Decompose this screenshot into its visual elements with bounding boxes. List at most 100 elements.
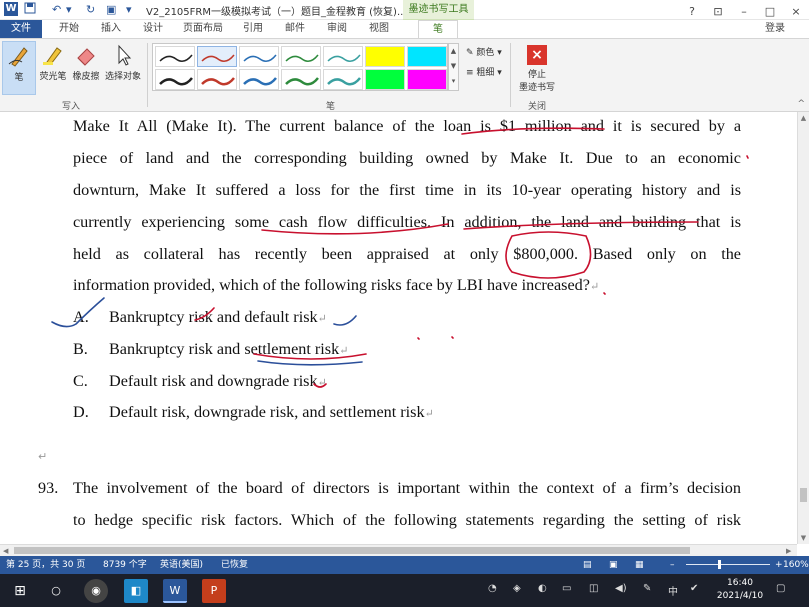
vertical-scrollbar[interactable]: ▲ ▼ [797,112,809,544]
stop-inking-button[interactable]: × 停止 墨迹书写 [514,41,560,95]
tray-app-icon[interactable]: ◔ [488,583,497,594]
ink-dot [603,292,606,295]
pen-swatch[interactable] [155,46,195,67]
powerpoint-taskbar-icon[interactable]: P [202,579,226,603]
tab-file[interactable]: 文件 [0,20,42,38]
cursor-arrow-icon [118,44,132,66]
pen-swatch[interactable] [239,69,279,90]
app-icon[interactable]: ◧ [124,579,148,603]
select-objects-label: 选择对象 [104,72,141,82]
highlighter-icon [43,47,62,65]
option-letter: A. [73,308,89,326]
pen-tray-icon[interactable]: ✎ [643,583,651,594]
tab-design[interactable]: 设计 [136,20,170,38]
zoom-level[interactable]: 160% [783,556,809,574]
weight-icon: ≡ [466,68,474,78]
eraser-button[interactable]: 橡皮擦 [70,41,102,95]
word-taskbar-icon[interactable]: W [163,579,187,603]
tab-insert[interactable]: 插入 [94,20,128,38]
highlighter-swatch[interactable] [365,69,405,90]
tab-pen[interactable]: 笔 [418,20,458,38]
ink-tick-default [333,315,357,326]
undo-icon[interactable]: ↶ [52,2,61,17]
tray-app-icon[interactable]: ◐ [538,583,547,594]
zoom-slider[interactable] [686,564,770,565]
print-layout-icon[interactable]: ▣ [609,556,618,574]
media-app-icon[interactable]: ◉ [84,579,108,603]
quick-access-icon[interactable]: ▣ [106,2,116,17]
paragraph-mark: ↵ [339,345,349,357]
clock-date: 2021/4/10 [716,591,764,601]
battery-icon[interactable]: ▭ [562,583,571,594]
horizontal-scroll-thumb[interactable] [14,547,690,554]
tab-references[interactable]: 引用 [236,20,270,38]
option-b: B. Bankruptcy risk and settlement risk↵ [73,340,348,359]
tray-check-icon[interactable]: ✔ [690,583,698,594]
select-objects-button[interactable]: 选择对象 [103,41,143,95]
restore-button[interactable]: □ [757,2,783,22]
ribbon-display-icon[interactable]: ⊡ [705,2,731,22]
tab-view[interactable]: 视图 [362,20,396,38]
group-divider [510,43,511,107]
scroll-up-icon[interactable]: ▲ [798,112,809,124]
pen-swatch[interactable] [281,69,321,90]
volume-icon[interactable]: ◀) [615,583,627,594]
zoom-out-button[interactable]: – [670,556,675,574]
tab-home[interactable]: 开始 [52,20,86,38]
tab-page-layout[interactable]: 页面布局 [178,20,228,38]
pen-swatch[interactable] [281,46,321,67]
redo-icon[interactable]: ↻ [86,2,95,17]
pen-swatch[interactable] [323,46,363,67]
pen-swatch[interactable] [323,69,363,90]
network-icon[interactable]: ◫ [589,583,598,594]
windows-start-icon[interactable]: ⊞ [8,579,32,603]
paragraph-mark: ↵ [317,313,327,325]
save-icon[interactable] [24,2,36,17]
highlighter-swatch[interactable] [407,46,447,67]
vertical-scroll-thumb[interactable] [800,488,807,502]
gallery-scroll[interactable]: ▲ ▼ ▾ [448,43,459,91]
tray-app-icon[interactable]: ◈ [513,583,521,594]
pen-swatch[interactable] [239,46,279,67]
login-link[interactable]: 登录 [765,20,785,38]
notification-icon[interactable]: ▢ [776,583,785,594]
ime-indicator[interactable]: 中 [668,583,678,598]
web-layout-icon[interactable]: ▦ [635,556,644,574]
collapse-ribbon-icon[interactable]: ^ [797,99,805,109]
highlighter-swatch[interactable] [407,69,447,90]
pen-weight-label: 粗细 [476,68,495,78]
customize-quick-access-icon[interactable]: ▾ [126,2,132,17]
zoom-in-button[interactable]: + [775,556,783,574]
stop-inking-label-2: 墨迹书写 [518,83,555,93]
taskbar-clock[interactable]: 16:40 2021/4/10 [712,577,768,603]
pen-swatch[interactable] [197,69,237,90]
group-label-pens: 笔 [326,102,336,112]
ink-dot [746,155,749,159]
language[interactable]: 英语(美国) [160,556,203,574]
highlighter-swatch[interactable] [365,46,405,67]
pen-label: 笔 [14,73,24,83]
pen-color-button[interactable]: ✎ 颜色 ▾ [466,45,502,58]
status-bar: 第 25 页，共 30 页 8739 个字 英语(美国) 已恢复 ▤ ▣ ▦ –… [0,556,809,574]
pen-weight-button[interactable]: ≡ 粗细 ▾ [466,65,502,78]
horizontal-scrollbar[interactable]: ◀ ▶ [0,544,797,556]
scroll-down-icon[interactable]: ▼ [798,532,809,544]
highlighter-button[interactable]: 荧光笔 [37,41,69,95]
help-button[interactable]: ? [679,2,705,22]
color-icon: ✎ [466,48,474,58]
minimize-button[interactable]: – [731,2,757,22]
page-count[interactable]: 第 25 页，共 30 页 [6,556,85,574]
pen-swatch[interactable] [197,46,237,67]
word-count[interactable]: 8739 个字 [103,556,147,574]
search-icon[interactable]: ○ [44,579,68,603]
tab-review[interactable]: 审阅 [320,20,354,38]
read-mode-icon[interactable]: ▤ [583,556,592,574]
question-number: 93. [38,479,59,497]
close-button[interactable]: × [783,2,809,22]
pen-button[interactable]: 笔 [2,41,36,95]
zoom-slider-thumb[interactable] [718,560,721,569]
tab-mailings[interactable]: 邮件 [278,20,312,38]
pen-swatch[interactable] [155,69,195,90]
undo-dropdown-icon[interactable]: ▾ [66,2,72,17]
document-page[interactable]: Make It All (Make It). The current balan… [0,112,797,544]
